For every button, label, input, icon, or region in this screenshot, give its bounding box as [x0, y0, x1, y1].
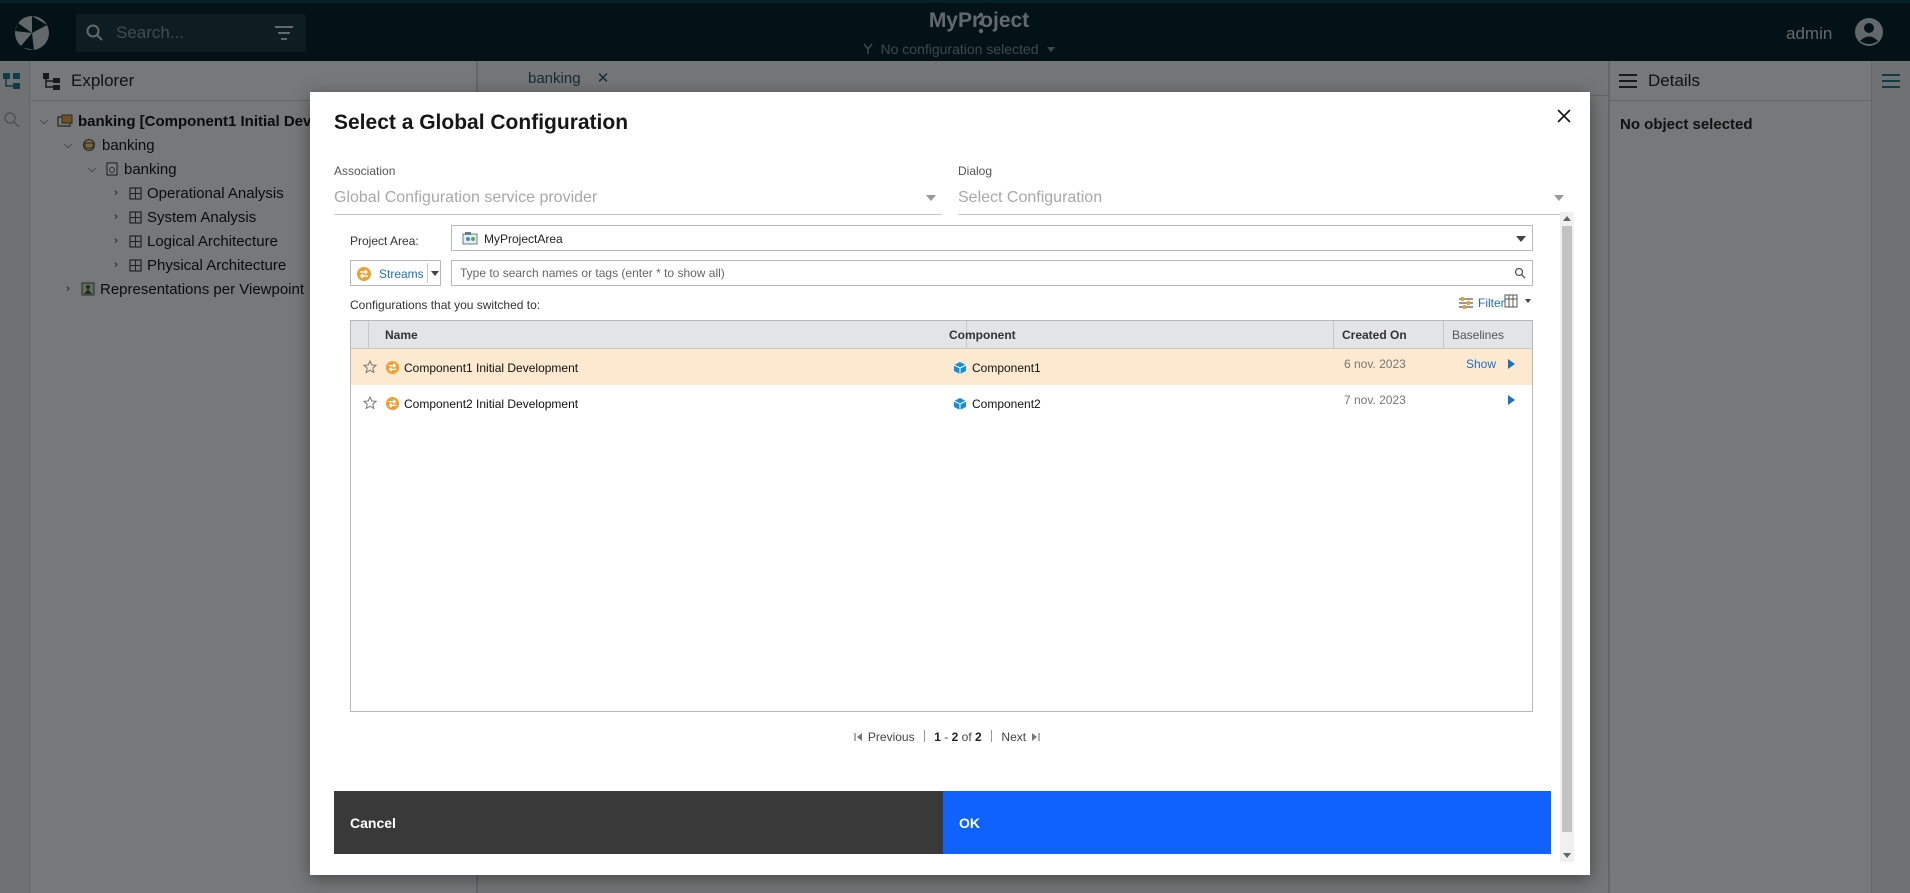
component-cube-icon: [953, 398, 967, 410]
column-header-component[interactable]: Component: [941, 321, 1334, 349]
scrollbar-thumb[interactable]: [1562, 226, 1572, 832]
previous-label: Previous: [867, 730, 915, 744]
created-on: 6 nov. 2023: [1344, 357, 1406, 371]
column-chooser-button[interactable]: [1504, 294, 1533, 308]
ok-button[interactable]: OK: [943, 791, 1551, 854]
created-on: 7 nov. 2023: [1344, 393, 1406, 407]
next-page-button[interactable]: Next: [1001, 730, 1040, 744]
next-label: Next: [1001, 730, 1027, 744]
favorite-star-icon[interactable]: [363, 360, 377, 374]
chevron-down-icon: [926, 195, 936, 201]
stream-icon: [357, 267, 371, 281]
chevron-down-icon[interactable]: [431, 271, 439, 276]
first-page-icon: [854, 733, 862, 741]
component-name: Component2: [972, 397, 1041, 411]
configuration-picker-frame: Project Area: MyProjectArea Streams Type…: [334, 212, 1574, 862]
previous-page-button[interactable]: Previous: [854, 730, 915, 744]
dialog-type-select[interactable]: Select Configuration: [958, 181, 1570, 215]
project-area-label: Project Area:: [350, 234, 419, 248]
range-total: 2: [975, 730, 982, 744]
streams-type-button[interactable]: Streams: [350, 260, 441, 286]
component-name: Component1: [972, 361, 1041, 375]
configuration-search-input[interactable]: [458, 264, 1498, 282]
pager-divider: [991, 730, 993, 742]
scroll-up-arrow-icon[interactable]: [1563, 216, 1571, 221]
close-icon[interactable]: [1556, 108, 1572, 124]
range-of: of: [961, 730, 972, 744]
expand-arrow-icon[interactable]: [1508, 359, 1515, 369]
configuration-filter[interactable]: [451, 260, 1533, 286]
component-cube-icon: [953, 362, 967, 374]
column-header-baselines[interactable]: Baselines: [1444, 321, 1532, 349]
dialog-scrollbar[interactable]: [1560, 212, 1574, 862]
project-area-select[interactable]: MyProjectArea: [451, 225, 1533, 251]
favorite-star-icon[interactable]: [363, 396, 377, 410]
range-end: 2: [951, 730, 959, 744]
search-icon[interactable]: [1514, 267, 1526, 279]
streams-label: Streams: [379, 267, 424, 281]
header-spacer: [351, 321, 369, 349]
configuration-name[interactable]: Component2 Initial Development: [404, 397, 578, 411]
column-header-created-on[interactable]: Created On: [1334, 321, 1444, 349]
range-start: 1: [934, 730, 941, 744]
last-page-icon: [1032, 733, 1040, 741]
chevron-down-icon: [1516, 236, 1526, 242]
filters-icon: [1459, 297, 1473, 309]
configuration-name[interactable]: Component1 Initial Development: [404, 361, 578, 375]
configurations-table: Name Component Created On Baselines Comp…: [350, 320, 1533, 712]
page-range: 1 - 2 of 2: [934, 730, 982, 744]
stream-icon: [385, 396, 400, 411]
scroll-down-arrow-icon[interactable]: [1563, 853, 1571, 858]
pagination: Previous 1 - 2 of 2 Next: [334, 730, 1560, 744]
chevron-down-icon: [1525, 299, 1531, 303]
table-row[interactable]: Component2 Initial Development Component…: [351, 385, 1532, 421]
pager-divider: [923, 730, 925, 742]
association-value: Global Configuration service provider: [334, 189, 598, 206]
dialog-type-value: Select Configuration: [958, 189, 1103, 206]
column-header-name[interactable]: Name: [377, 321, 967, 349]
switched-configurations-label: Configurations that you switched to:: [350, 298, 541, 312]
expand-arrow-icon[interactable]: [1508, 395, 1515, 405]
show-baselines-link[interactable]: Show: [1466, 357, 1496, 371]
project-area-value: MyProjectArea: [484, 232, 563, 246]
dialog-title: Select a Global Configuration: [334, 111, 629, 134]
association-select[interactable]: Global Configuration service provider: [334, 181, 942, 215]
table-row[interactable]: Component1 Initial Development Component…: [351, 349, 1532, 385]
button-divider: [427, 263, 428, 283]
cancel-button[interactable]: Cancel: [334, 791, 943, 854]
dialog-type-label: Dialog: [958, 164, 993, 178]
project-area-icon: [462, 232, 478, 245]
association-label: Association: [334, 164, 396, 178]
columns-icon: [1504, 294, 1518, 308]
stream-icon: [385, 360, 400, 375]
chevron-down-icon: [1554, 195, 1564, 201]
table-header: Name Component Created On Baselines: [351, 321, 1532, 349]
filters-link[interactable]: Filters: [1458, 296, 1511, 310]
select-global-configuration-dialog: Select a Global Configuration Associatio…: [310, 92, 1590, 875]
